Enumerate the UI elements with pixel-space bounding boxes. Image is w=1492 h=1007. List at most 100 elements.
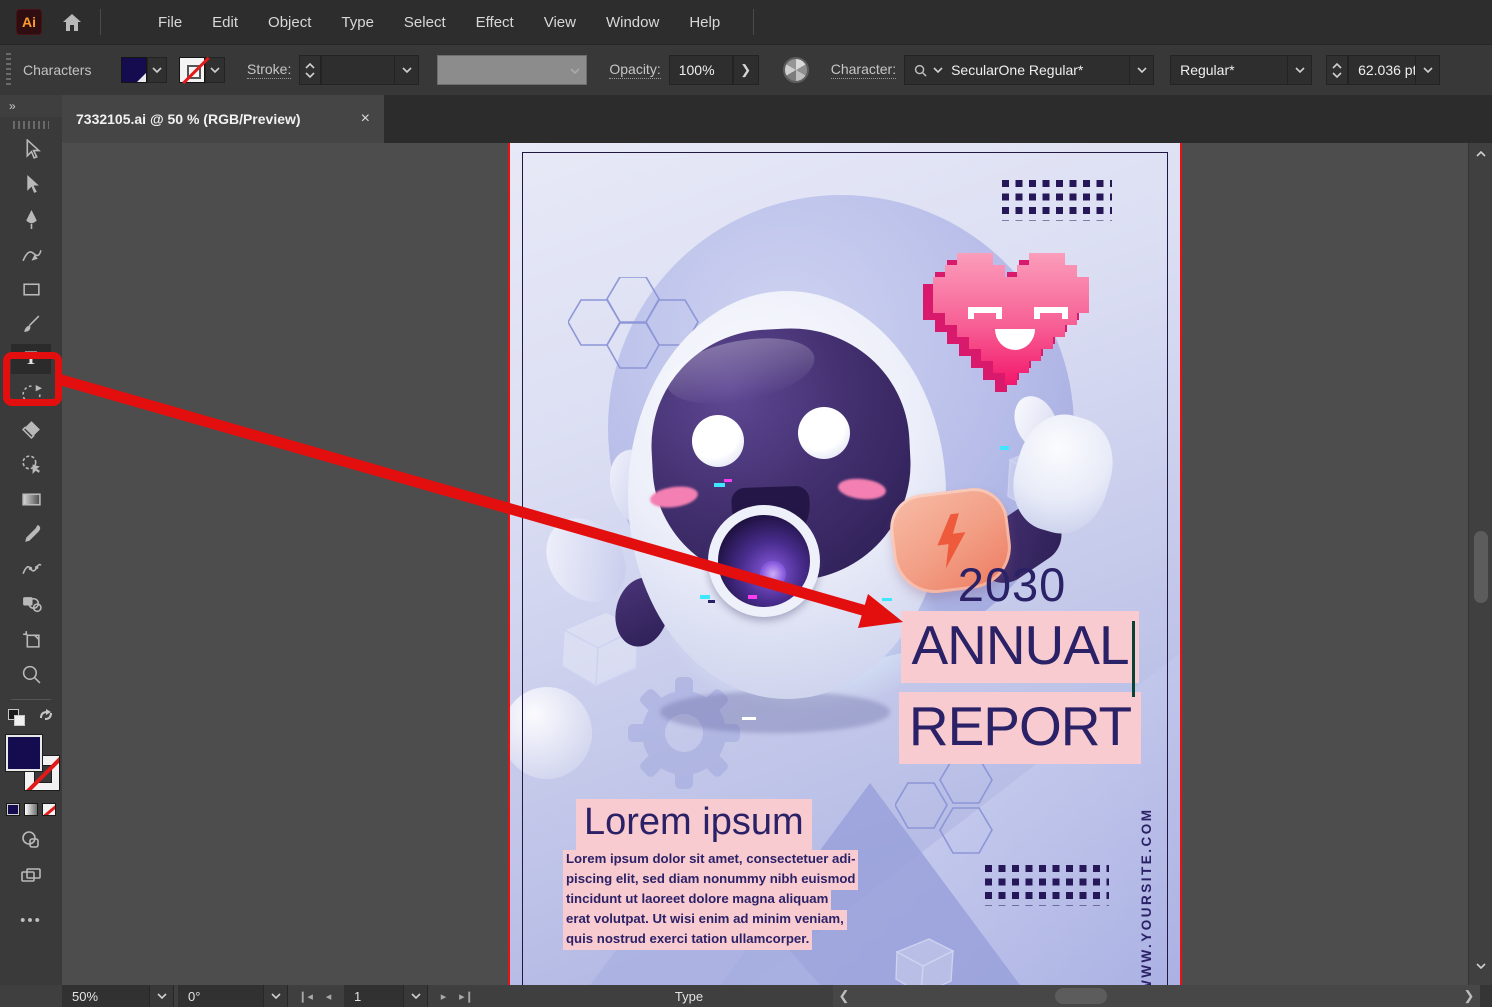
font-style-dropdown[interactable]	[1288, 55, 1312, 85]
poster-heading[interactable]: Lorem ipsum	[576, 799, 812, 850]
color-button[interactable]	[6, 803, 20, 816]
body-line: quis nostrud exerci tation ullamcorper.	[563, 930, 812, 950]
first-artboard-icon[interactable]: ❙◂	[294, 985, 317, 1007]
canvas[interactable]: 2030 ANNUAL REPORT Lorem ipsum Lorem ips…	[62, 143, 1468, 985]
artboard-poster[interactable]: 2030 ANNUAL REPORT Lorem ipsum Lorem ips…	[510, 143, 1180, 985]
pen-tool[interactable]	[11, 204, 51, 234]
tools-panel: T	[0, 117, 62, 985]
curvature-tool[interactable]	[11, 239, 51, 269]
next-artboard-icon[interactable]: ▸	[432, 985, 455, 1007]
menu-item-object[interactable]: Object	[253, 8, 326, 37]
panel-grip[interactable]	[6, 53, 11, 87]
stroke-color-dropdown[interactable]	[205, 57, 225, 83]
font-size-field[interactable]: 62.036 pt	[1348, 55, 1416, 85]
opacity-field[interactable]: 100%	[669, 55, 733, 85]
control-bar: Characters Stroke: Opacity: 100% ❯ Chara…	[0, 44, 1492, 95]
font-size-dropdown[interactable]	[1416, 55, 1440, 85]
vertical-scrollbar[interactable]	[1468, 143, 1492, 985]
blend-tool[interactable]	[11, 589, 51, 619]
menu-divider	[100, 9, 101, 35]
menu-items: File Edit Object Type Select Effect View…	[143, 8, 735, 37]
toolbar-collapse-button[interactable]: »	[0, 95, 62, 117]
poster-title[interactable]: ANNUAL REPORT	[880, 611, 1160, 773]
stroke-weight-field[interactable]	[321, 55, 395, 85]
type-tool-highlight-box	[3, 352, 62, 406]
scroll-right-icon[interactable]: ❯	[1458, 985, 1480, 1007]
selection-tool[interactable]	[11, 134, 51, 164]
font-size-stepper[interactable]	[1326, 55, 1348, 85]
artboard-tool[interactable]	[11, 624, 51, 654]
text-cursor	[1132, 621, 1135, 697]
recolor-artwork-icon[interactable]	[783, 57, 809, 83]
home-icon[interactable]	[60, 10, 84, 34]
font-family-dropdown[interactable]	[1130, 55, 1154, 85]
rectangle-tool[interactable]	[11, 274, 51, 304]
menu-item-view[interactable]: View	[529, 8, 591, 37]
screen-mode-icon[interactable]	[21, 867, 41, 890]
stroke-weight-stepper[interactable]	[299, 55, 321, 85]
font-family-field[interactable]: SecularOne Regular*	[904, 55, 1130, 85]
width-tool[interactable]	[11, 554, 51, 584]
document-tab-bar: » 7332105.ai @ 50 % (RGB/Preview) ×	[0, 95, 1492, 143]
document-tab[interactable]: 7332105.ai @ 50 % (RGB/Preview) ×	[62, 95, 384, 143]
menu-item-type[interactable]: Type	[326, 8, 389, 37]
menu-item-effect[interactable]: Effect	[461, 8, 529, 37]
opacity-expand-button[interactable]: ❯	[733, 55, 759, 85]
artboard-number-field[interactable]: 1	[344, 985, 404, 1007]
zoom-level-field[interactable]: 50%	[62, 985, 150, 1007]
tools-divider	[11, 699, 51, 700]
eraser-tool[interactable]	[11, 414, 51, 444]
stroke-label[interactable]: Stroke:	[247, 61, 291, 79]
variable-width-dropdown	[437, 55, 587, 85]
scroll-down-icon[interactable]	[1476, 963, 1486, 969]
edit-toolbar-icon[interactable]: •••	[20, 912, 42, 929]
vertical-scroll-thumb[interactable]	[1474, 531, 1488, 603]
swap-fill-stroke-icon[interactable]	[38, 708, 54, 727]
fill-color-swatch[interactable]	[121, 57, 147, 83]
last-artboard-icon[interactable]: ▸❙	[455, 985, 478, 1007]
shape-builder-tool[interactable]	[11, 449, 51, 479]
gradient-tool[interactable]	[11, 484, 51, 514]
direct-selection-tool[interactable]	[11, 169, 51, 199]
poster-title-line1[interactable]: ANNUAL	[901, 611, 1138, 683]
fill-swatch[interactable]	[6, 735, 42, 771]
close-tab-icon[interactable]: ×	[361, 110, 370, 128]
zoom-level-dropdown[interactable]	[150, 985, 174, 1007]
menu-item-file[interactable]: File	[143, 8, 197, 37]
tools-panel-grip[interactable]	[13, 121, 49, 129]
poster-title-line2[interactable]: REPORT	[899, 692, 1141, 764]
menu-item-window[interactable]: Window	[591, 8, 674, 37]
poster-website-text[interactable]: WWW.YOURSITE.COM	[1139, 808, 1154, 986]
illustrator-logo-icon[interactable]: Ai	[16, 9, 42, 35]
poster-year-text[interactable]: 2030	[902, 557, 1122, 612]
paintbrush-tool[interactable]	[11, 309, 51, 339]
menu-item-help[interactable]: Help	[674, 8, 735, 37]
character-label[interactable]: Character:	[831, 61, 896, 79]
stroke-weight-dropdown[interactable]	[395, 55, 419, 85]
zoom-tool[interactable]	[11, 659, 51, 689]
document-tab-title: 7332105.ai @ 50 % (RGB/Preview)	[76, 111, 301, 127]
drawing-modes-icon[interactable]	[21, 830, 41, 853]
menu-item-select[interactable]: Select	[389, 8, 461, 37]
fill-stroke-control	[3, 735, 59, 793]
body-line: piscing elit, sed diam nonummy nibh euis…	[563, 870, 858, 890]
gradient-button[interactable]	[24, 803, 38, 816]
opacity-label[interactable]: Opacity:	[609, 61, 660, 79]
artboard-number-dropdown[interactable]	[404, 985, 428, 1007]
none-button[interactable]	[42, 803, 56, 816]
rotation-dropdown[interactable]	[264, 985, 288, 1007]
poster-body-text[interactable]: Lorem ipsum dolor sit amet, consectetuer…	[563, 850, 873, 950]
menu-item-edit[interactable]: Edit	[197, 8, 253, 37]
default-fill-stroke-icon[interactable]	[8, 709, 28, 727]
previous-artboard-icon[interactable]: ◂	[317, 985, 340, 1007]
eyedropper-tool[interactable]	[11, 519, 51, 549]
scroll-up-icon[interactable]	[1476, 151, 1486, 157]
horizontal-scroll-thumb[interactable]	[1055, 988, 1107, 1004]
horizontal-scrollbar[interactable]: ❮ ❯	[833, 985, 1480, 1007]
fill-color-dropdown[interactable]	[147, 57, 167, 83]
status-indicator: Type	[524, 985, 854, 1007]
stroke-color-swatch[interactable]	[179, 57, 205, 83]
scroll-left-icon[interactable]: ❮	[833, 985, 855, 1007]
rotation-field[interactable]: 0°	[178, 985, 264, 1007]
font-style-field[interactable]: Regular*	[1170, 55, 1288, 85]
